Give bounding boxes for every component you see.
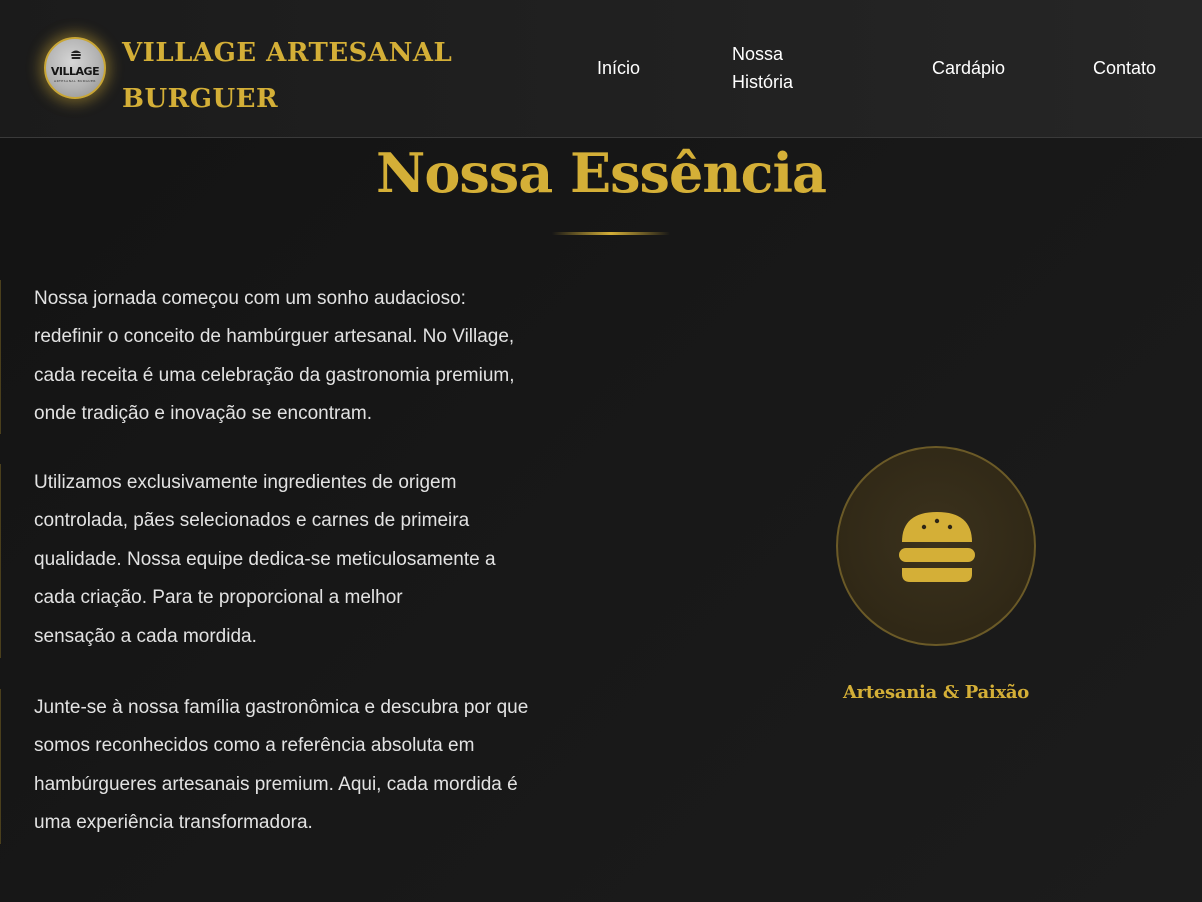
logo-burger-icon — [71, 50, 81, 59]
logo-text: VILLAGE — [50, 65, 100, 78]
paragraph-line: sensação a cada mordida. — [34, 625, 257, 647]
paragraph-line: controlada, pães selecionados e carnes d… — [34, 510, 470, 532]
paragraph-line: Junte-se à nossa família gastronômica e … — [34, 697, 529, 718]
paragraph-line: uma experiência transformadora. — [34, 812, 313, 834]
title-divider — [552, 232, 670, 235]
logo-subtext: ARTESANAL BURGUER — [54, 79, 96, 83]
nav-link-cardapio[interactable]: Cardápio — [932, 54, 1005, 82]
paragraph-line: somos reconhecidos como a referência abs… — [34, 735, 475, 757]
site-header: VILLAGE ARTESANAL BURGUER VILLAGE ARTESA… — [0, 0, 1202, 138]
feature-badge — [836, 446, 1036, 646]
paragraph-line: onde tradição e inovação se encontram. — [34, 403, 372, 425]
paragraph-line: qualidade. Nossa equipe dedica-se meticu… — [34, 548, 496, 570]
logo[interactable]: VILLAGE ARTESANAL BURGUER — [44, 37, 106, 99]
paragraph-line: redefinir o conceito de hambúrguer artes… — [34, 326, 515, 348]
nav-link-inicio[interactable]: Início — [597, 54, 640, 82]
burger-icon — [899, 512, 975, 582]
section-title: Nossa Essência — [376, 141, 827, 205]
paragraph-line: hambúrgueres artesanais premium. Aqui, c… — [34, 773, 518, 795]
story-paragraph-2: Utilizamos exclusivamente ingredientes d… — [0, 464, 600, 658]
story-paragraph-3: Junte-se à nossa família gastronômica e … — [0, 689, 600, 844]
brand-line-2: BURGUER — [122, 84, 279, 114]
nav-link-contato[interactable]: Contato — [1093, 54, 1156, 82]
brand-name[interactable]: VILLAGE ARTESANAL BURGUER — [122, 30, 482, 122]
paragraph-line: Nossa jornada começou com um sonho audac… — [34, 288, 466, 309]
paragraph-line: Utilizamos exclusivamente ingredientes d… — [34, 472, 457, 493]
paragraph-line: cada receita é uma celebração da gastron… — [34, 364, 515, 386]
brand-line-1: VILLAGE ARTESANAL — [122, 38, 453, 68]
feature-label: Artesania & Paixão — [843, 682, 1029, 703]
story-paragraph-1: Nossa jornada começou com um sonho audac… — [0, 280, 600, 434]
nav-link-nossa-historia[interactable]: Nossa História — [732, 40, 812, 96]
paragraph-line: cada criação. Para te proporcional a mel… — [34, 587, 403, 609]
